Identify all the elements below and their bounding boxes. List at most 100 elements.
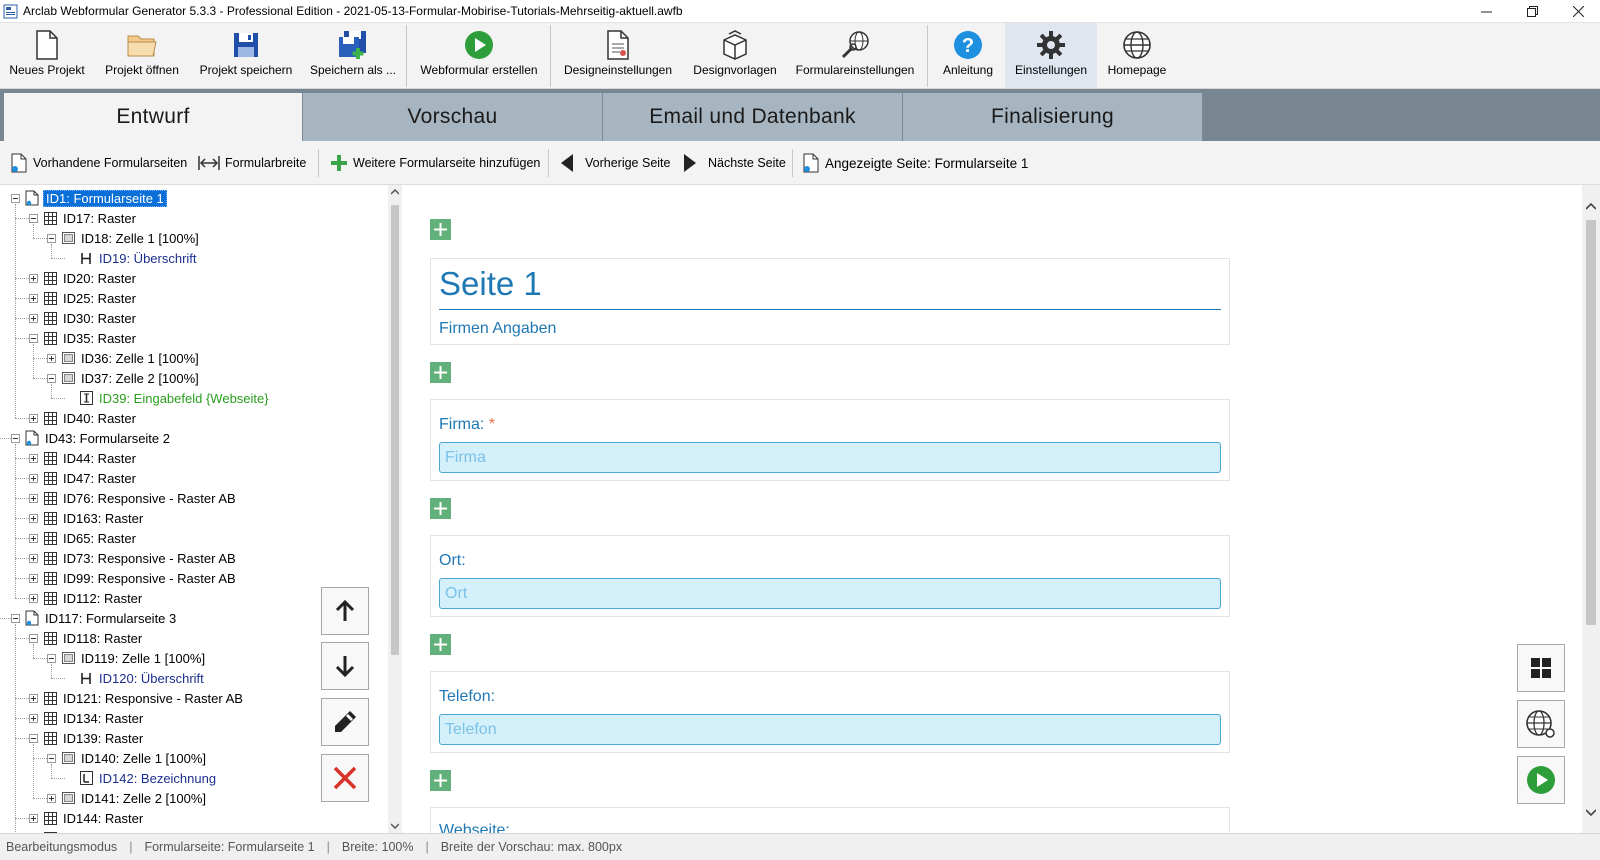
expand-icon[interactable] xyxy=(29,553,38,563)
form-width-button[interactable]: Formularbreite xyxy=(198,150,306,176)
collapse-icon[interactable] xyxy=(47,653,56,663)
tab-email-datenbank[interactable]: Email und Datenbank xyxy=(603,93,903,141)
firma-input[interactable]: Firma xyxy=(439,442,1221,473)
ort-field-block[interactable]: Ort: Ort xyxy=(430,535,1230,617)
create-form-button[interactable]: Webformular erstellen xyxy=(414,23,544,88)
tree-item[interactable]: ID47: Raster xyxy=(29,468,138,488)
existing-pages-button[interactable]: Vorhandene Formularseiten xyxy=(10,150,187,176)
heading-block[interactable]: Seite 1 Firmen Angaben xyxy=(430,258,1230,345)
design-templates-button[interactable]: Designvorlagen xyxy=(685,23,785,88)
tree-item[interactable]: ID118: Raster xyxy=(29,628,144,648)
expand-icon[interactable] xyxy=(29,813,38,823)
tree-item[interactable]: ID99: Responsive - Raster AB xyxy=(29,568,238,588)
expand-icon[interactable] xyxy=(29,593,38,603)
tab-finalisierung[interactable]: Finalisierung xyxy=(903,93,1203,141)
telefon-input[interactable]: Telefon xyxy=(439,714,1221,745)
next-page-button[interactable]: Nächste Seite xyxy=(683,150,786,176)
tree-item[interactable]: ID65: Raster xyxy=(29,528,138,548)
settings-button[interactable]: Einstellungen xyxy=(1005,23,1097,88)
tree-item[interactable]: ID18: Zelle 1 [100%] xyxy=(47,228,201,248)
canvas-scroll-thumb[interactable] xyxy=(1586,220,1596,625)
tree-item[interactable]: ID134: Raster xyxy=(29,708,145,728)
save-as-button[interactable]: Speichern als ... xyxy=(307,23,399,88)
tree-item[interactable]: ID117: Formularseite 3 xyxy=(11,608,178,628)
tree-item[interactable]: ID76: Responsive - Raster AB xyxy=(29,488,238,508)
tab-entwurf[interactable]: Entwurf xyxy=(4,93,303,141)
run-preview-button[interactable] xyxy=(1517,756,1565,804)
add-element-button[interactable] xyxy=(430,498,451,519)
expand-icon[interactable] xyxy=(29,533,38,543)
tree-item[interactable]: ID30: Raster xyxy=(29,308,138,328)
tree-item[interactable]: ID140: Zelle 1 [100%] xyxy=(47,748,208,768)
delete-button[interactable] xyxy=(321,754,369,802)
tree-item[interactable]: ID40: Raster xyxy=(29,408,138,428)
collapse-icon[interactable] xyxy=(11,193,20,203)
edit-button[interactable] xyxy=(321,698,369,746)
tree-scroll-thumb[interactable] xyxy=(391,205,399,655)
tree-item[interactable]: ID35: Raster xyxy=(29,328,138,348)
manual-button[interactable]: ? Anleitung xyxy=(933,23,1003,88)
expand-icon[interactable] xyxy=(29,693,38,703)
close-window-button[interactable] xyxy=(1555,0,1600,23)
expand-icon[interactable] xyxy=(29,313,38,323)
tree-item[interactable]: ID120: Überschrift xyxy=(65,668,206,688)
tree-item[interactable]: ID39: Eingabefeld {Webseite} xyxy=(65,388,271,408)
firma-field-block[interactable]: Firma: * Firma xyxy=(430,399,1230,481)
previous-page-button[interactable]: Vorherige Seite xyxy=(560,150,670,176)
telefon-field-block[interactable]: Telefon: Telefon xyxy=(430,671,1230,753)
tree-item[interactable]: ID73: Responsive - Raster AB xyxy=(29,548,238,568)
canvas-scrollbar[interactable] xyxy=(1582,185,1600,833)
form-settings-button[interactable]: Formulareinstellungen xyxy=(790,23,920,88)
add-element-button[interactable] xyxy=(430,770,451,791)
collapse-icon[interactable] xyxy=(11,613,20,623)
expand-icon[interactable] xyxy=(29,713,38,723)
add-element-button[interactable] xyxy=(430,219,451,240)
tree-item[interactable]: ID36: Zelle 1 [100%] xyxy=(47,348,201,368)
new-project-button[interactable]: Neues Projekt xyxy=(5,23,89,88)
tree-item[interactable]: ID19: Überschrift xyxy=(65,248,199,268)
tree-scrollbar[interactable] xyxy=(388,185,402,833)
move-down-button[interactable] xyxy=(321,642,369,690)
expand-icon[interactable] xyxy=(29,473,38,483)
tree-item[interactable]: ID144: Raster xyxy=(29,808,145,828)
add-element-button[interactable] xyxy=(430,634,451,655)
ort-input[interactable]: Ort xyxy=(439,578,1221,609)
collapse-icon[interactable] xyxy=(47,753,56,763)
collapse-icon[interactable] xyxy=(29,733,38,743)
tree-item[interactable]: ID17: Raster xyxy=(29,208,138,228)
web-settings-button[interactable] xyxy=(1517,700,1565,748)
move-up-button[interactable] xyxy=(321,587,369,635)
tab-vorschau[interactable]: Vorschau xyxy=(303,93,603,141)
grid-view-button[interactable] xyxy=(1517,644,1565,692)
add-element-button[interactable] xyxy=(430,362,451,383)
collapse-icon[interactable] xyxy=(47,373,56,383)
expand-icon[interactable] xyxy=(29,273,38,283)
tree-item[interactable]: ID43: Formularseite 2 xyxy=(11,428,172,448)
expand-icon[interactable] xyxy=(29,493,38,503)
restore-button[interactable] xyxy=(1509,0,1555,23)
save-project-button[interactable]: Projekt speichern xyxy=(196,23,296,88)
expand-icon[interactable] xyxy=(29,413,38,423)
expand-icon[interactable] xyxy=(29,573,38,583)
expand-icon[interactable] xyxy=(47,793,56,803)
tree-item[interactable]: ID25: Raster xyxy=(29,288,138,308)
collapse-icon[interactable] xyxy=(29,213,38,223)
collapse-icon[interactable] xyxy=(29,633,38,643)
tree-item[interactable]: ID119: Zelle 1 [100%] xyxy=(47,648,207,668)
collapse-icon[interactable] xyxy=(47,233,56,243)
tree-item[interactable]: ID1: Formularseite 1 xyxy=(11,188,167,208)
tree-item[interactable]: ID20: Raster xyxy=(29,268,138,288)
shown-page-indicator[interactable]: Angezeigte Seite: Formularseite 1 xyxy=(802,150,1028,176)
collapse-icon[interactable] xyxy=(11,433,20,443)
design-settings-button[interactable]: Designeinstellungen xyxy=(560,23,676,88)
tree-item[interactable]: ID139: Raster xyxy=(29,728,145,748)
tree-item[interactable]: ID163: Raster xyxy=(29,508,145,528)
expand-icon[interactable] xyxy=(29,293,38,303)
homepage-button[interactable]: Homepage xyxy=(1100,23,1174,88)
expand-icon[interactable] xyxy=(29,453,38,463)
collapse-icon[interactable] xyxy=(29,333,38,343)
tree-item[interactable]: ID121: Responsive - Raster AB xyxy=(29,688,245,708)
open-project-button[interactable]: Projekt öffnen xyxy=(97,23,187,88)
add-page-button[interactable]: Weitere Formularseite hinzufügen xyxy=(330,150,540,176)
webseite-field-block[interactable]: Webseite: xyxy=(430,807,1230,833)
